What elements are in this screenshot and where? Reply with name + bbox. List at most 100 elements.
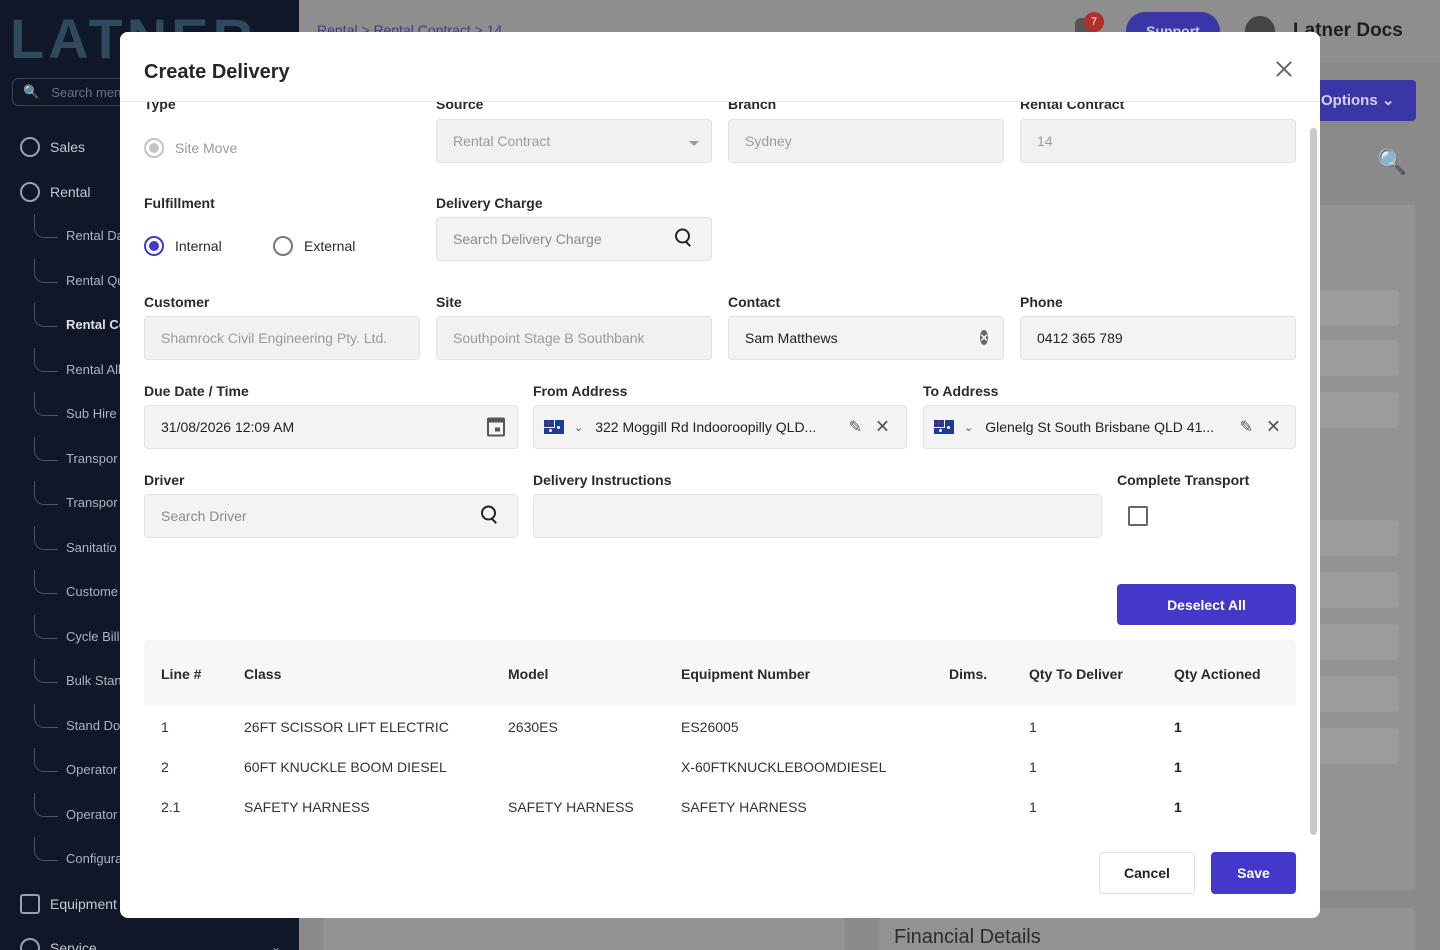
- sidebar-subitem[interactable]: Transpor: [66, 495, 118, 510]
- save-button[interactable]: Save: [1211, 852, 1296, 894]
- column-header-equipment[interactable]: Equipment Number: [681, 666, 810, 682]
- contact-label: Contact: [728, 294, 781, 310]
- column-header-qty-deliver[interactable]: Qty To Deliver: [1029, 666, 1123, 682]
- sidebar-subitem[interactable]: Operator: [66, 807, 117, 822]
- australia-flag-icon[interactable]: [934, 420, 954, 434]
- radio-selected-icon: [144, 236, 164, 256]
- cell-model: SAFETY HARNESS: [508, 799, 634, 815]
- to-address-field[interactable]: ⌄ Glenelg St South Brisbane QLD 41... ✎ …: [923, 405, 1296, 449]
- due-date-input[interactable]: 31/08/2026 12:09 AM: [144, 405, 518, 449]
- source-value: Rental Contract: [453, 133, 551, 149]
- sidebar-subitem[interactable]: Rental All: [66, 362, 121, 377]
- pencil-icon[interactable]: ✎: [849, 417, 862, 437]
- close-button[interactable]: [1273, 58, 1295, 80]
- cell-class: SAFETY HARNESS: [244, 799, 370, 815]
- column-header-class[interactable]: Class: [244, 666, 281, 682]
- sidebar-item-service[interactable]: Service: [20, 938, 97, 950]
- column-header-qty-actioned[interactable]: Qty Actioned: [1174, 666, 1261, 682]
- cell-equipment: SAFETY HARNESS: [681, 799, 807, 815]
- chevron-down-icon[interactable]: ⌄: [574, 421, 583, 434]
- sidebar-subitem[interactable]: Cycle Bill: [66, 629, 119, 644]
- delivery-charge-placeholder: Search Delivery Charge: [453, 231, 602, 247]
- complete-transport-checkbox[interactable]: [1128, 506, 1148, 526]
- cell-qty-deliver[interactable]: 1: [1029, 799, 1037, 815]
- delivery-charge-input[interactable]: Search Delivery Charge: [436, 217, 712, 261]
- sidebar-subitem[interactable]: Configura: [66, 851, 122, 866]
- zoom-icon[interactable]: 🔍: [1377, 148, 1407, 177]
- column-header-model[interactable]: Model: [508, 666, 548, 682]
- pencil-icon[interactable]: ✎: [1240, 417, 1253, 437]
- customer-value: Shamrock Civil Engineering Pty. Ltd.: [161, 330, 388, 346]
- radio-icon: [273, 236, 293, 256]
- column-header-line[interactable]: Line #: [161, 666, 201, 682]
- cell-qty-deliver[interactable]: 1: [1029, 719, 1037, 735]
- panel-row: [1319, 572, 1399, 608]
- close-icon[interactable]: ✕: [1266, 417, 1281, 438]
- lower-panel: [323, 918, 845, 950]
- rental-contract-value: 14: [1037, 133, 1053, 149]
- phone-label: Phone: [1020, 294, 1063, 310]
- sidebar-subitem[interactable]: Rental Qu: [66, 273, 125, 288]
- search-icon[interactable]: [675, 228, 693, 250]
- radio-label: Site Move: [175, 140, 238, 156]
- panel-row: [1319, 340, 1399, 376]
- phone-input[interactable]: 0412 365 789: [1020, 316, 1296, 360]
- clipboard-icon: [20, 894, 40, 914]
- radio-icon: [144, 138, 164, 158]
- panel-row: [1319, 392, 1399, 428]
- sidebar-search-placeholder: Search menu: [51, 84, 129, 100]
- from-address-field[interactable]: ⌄ 322 Moggill Rd Indooroopilly QLD... ✎ …: [533, 405, 907, 449]
- radio-label: External: [304, 238, 356, 254]
- search-icon: 🔍: [23, 84, 40, 99]
- sidebar-subitem[interactable]: Bulk Stan: [66, 673, 122, 688]
- caret-down-icon: [689, 133, 699, 149]
- sidebar-subitem[interactable]: Custome: [66, 584, 118, 599]
- sidebar-subitem[interactable]: Operator: [66, 762, 117, 777]
- panel-row: [1319, 728, 1399, 764]
- cell-qty-deliver[interactable]: 1: [1029, 759, 1037, 775]
- search-icon[interactable]: [481, 505, 499, 527]
- complete-transport-label: Complete Transport: [1117, 472, 1250, 488]
- sidebar-subitem[interactable]: Sanitatio: [66, 540, 117, 555]
- sidebar-subitem[interactable]: Stand Do: [66, 718, 120, 733]
- cell-line: 2.1: [161, 799, 181, 815]
- delivery-charge-label: Delivery Charge: [436, 195, 543, 211]
- deselect-all-button[interactable]: Deselect All: [1117, 584, 1296, 625]
- sidebar-item-label: Sales: [50, 139, 86, 155]
- sidebar-subitem[interactable]: Transpor: [66, 451, 118, 466]
- delivery-instructions-input[interactable]: [533, 494, 1102, 538]
- financial-title[interactable]: Financial Details: [894, 926, 1041, 949]
- from-address-label: From Address: [533, 383, 628, 399]
- cell-qty-actioned: 1: [1174, 759, 1182, 775]
- clear-icon[interactable]: ×: [980, 328, 988, 348]
- driver-input[interactable]: Search Driver: [144, 494, 518, 538]
- close-icon[interactable]: ✕: [875, 417, 890, 438]
- contact-select[interactable]: Sam Matthews ×: [728, 316, 1004, 360]
- australia-flag-icon[interactable]: [544, 420, 564, 434]
- rental-contract-field: 14: [1020, 119, 1296, 163]
- site-label: Site: [436, 294, 462, 310]
- sidebar-item-equipment[interactable]: Equipment: [20, 894, 117, 914]
- chevron-down-icon: ⌄: [270, 940, 281, 950]
- sidebar-subitem-active[interactable]: Rental Co: [66, 317, 127, 332]
- calendar-icon[interactable]: [487, 417, 505, 437]
- cell-line: 2: [161, 759, 169, 775]
- fulfillment-internal-radio[interactable]: Internal: [144, 236, 222, 256]
- modal-scrollbar[interactable]: [1310, 128, 1317, 835]
- column-header-dims[interactable]: Dims.: [949, 666, 987, 682]
- customer-field: Shamrock Civil Engineering Pty. Ltd.: [144, 316, 420, 360]
- to-address-value: Glenelg St South Brisbane QLD 41...: [985, 419, 1215, 435]
- due-date-label: Due Date / Time: [144, 383, 249, 399]
- fulfillment-label: Fulfillment: [144, 195, 215, 211]
- sidebar-subitem[interactable]: Sub Hire: [66, 406, 117, 421]
- fulfillment-external-radio[interactable]: External: [273, 236, 355, 256]
- chevron-down-icon[interactable]: ⌄: [964, 421, 973, 434]
- source-select: Rental Contract: [436, 119, 712, 163]
- sidebar-item-sales[interactable]: Sales: [20, 137, 85, 157]
- create-delivery-modal: Create Delivery Type Site Move Source Re…: [120, 32, 1320, 918]
- cancel-button[interactable]: Cancel: [1099, 852, 1195, 894]
- panel-row: [1319, 290, 1399, 326]
- notification-badge: 7: [1084, 12, 1104, 32]
- sidebar-subitem[interactable]: Rental Da: [66, 228, 124, 243]
- sidebar-item-rental[interactable]: Rental: [20, 182, 90, 202]
